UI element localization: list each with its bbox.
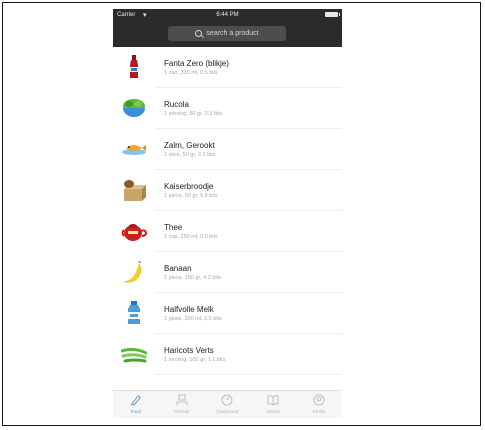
tab-friends[interactable]: Friends (159, 391, 205, 418)
bread-roll-icon (124, 180, 146, 201)
profile-icon (313, 394, 325, 406)
list-item[interactable]: Haricots Verts 1 serving, 100 gr, 1.1 bi… (113, 334, 342, 375)
search-field[interactable]: search a product (168, 26, 286, 41)
item-detail: 1 cup, 250 ml, 0.0 bits (164, 234, 218, 240)
item-detail: 1 serving, 50 gr, 0.3 bits (164, 111, 223, 117)
banana-icon (123, 261, 142, 283)
soda-bottle-icon (130, 55, 138, 78)
item-detail: 1 piece, 50 gr, 5.8 bits (164, 193, 218, 199)
item-detail: 1 piece, 150 gr, 4.2 bits (164, 275, 221, 281)
milk-bottle-icon (128, 301, 140, 324)
item-name: Banaan (164, 264, 192, 273)
tab-dashboard[interactable]: Dashboard (205, 391, 251, 418)
tab-label: Dashboard (216, 409, 239, 414)
tab-label: Food (130, 409, 142, 414)
dashboard-icon (222, 394, 233, 406)
item-name: Halfvolle Melk (164, 305, 214, 314)
product-list: Fanta Zero (blikje) 1 can, 330 ml, 0.5 b… (113, 47, 342, 375)
tab-label: Friends (174, 409, 190, 414)
item-name: Haricots Verts (164, 346, 214, 355)
tab-profile[interactable]: Profile (296, 391, 342, 418)
tab-food[interactable]: Food (113, 391, 159, 418)
item-name: Rucola (164, 100, 189, 109)
status-time: 6:44 PM (216, 12, 239, 18)
teapot-icon (121, 224, 147, 241)
search-placeholder: search a product (206, 30, 259, 37)
history-icon (267, 395, 279, 406)
battery-icon (325, 12, 340, 17)
list-item[interactable]: Zalm, Gerookt 1 slice, 50 gr, 3.3 bits (113, 129, 342, 170)
phone-screen: Carrier ▾ 6:44 PM search a product Fanta… (113, 9, 342, 418)
list-item[interactable]: Banaan 1 piece, 150 gr, 4.2 bits (113, 252, 342, 293)
search-icon (195, 30, 203, 37)
status-bar: Carrier ▾ 6:44 PM (113, 9, 342, 23)
list-item[interactable]: Halfvolle Melk 1 glass, 200 ml, 3.5 bits (113, 293, 342, 334)
tab-bar: Food Friends Dashboard History Profile (113, 390, 342, 418)
tab-label: Profile (312, 409, 326, 414)
item-detail: 1 can, 330 ml, 0.5 bits (164, 70, 218, 76)
list-item[interactable]: Thee 1 cup, 250 ml, 0.0 bits (113, 211, 342, 252)
food-icon (130, 395, 141, 406)
item-detail: 1 glass, 200 ml, 3.5 bits (164, 316, 222, 322)
item-detail: 1 slice, 50 gr, 3.3 bits (164, 152, 216, 158)
list-item[interactable]: Kaiserbroodje 1 piece, 50 gr, 5.8 bits (113, 170, 342, 211)
list-item[interactable]: Fanta Zero (blikje) 1 can, 330 ml, 0.5 b… (113, 47, 342, 88)
tab-label: History (266, 409, 281, 414)
list-item[interactable]: Rucola 1 serving, 50 gr, 0.3 bits (113, 88, 342, 129)
tab-history[interactable]: History (250, 391, 296, 418)
item-detail: 1 serving, 100 gr, 1.1 bits (164, 357, 226, 363)
friends-icon (176, 394, 188, 405)
salad-bowl-icon (123, 99, 145, 117)
green-beans-icon (121, 347, 147, 363)
app-header: Carrier ▾ 6:44 PM search a product (113, 9, 342, 47)
fish-icon (122, 145, 146, 155)
item-name: Zalm, Gerookt (164, 141, 215, 150)
item-name: Thee (164, 223, 183, 232)
item-name: Fanta Zero (blikje) (164, 59, 229, 68)
item-name: Kaiserbroodje (164, 182, 214, 191)
